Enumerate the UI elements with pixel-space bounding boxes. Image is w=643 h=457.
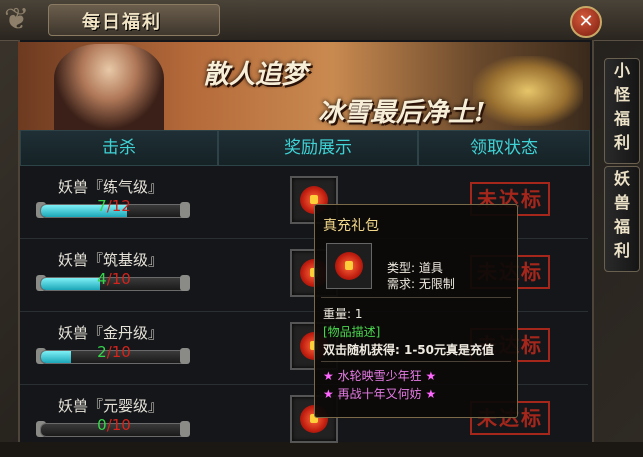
tooltip-desc: 双击随机获得: 1-50元真是充值 <box>323 343 495 357</box>
side-tab-char: 怪 <box>613 85 630 104</box>
progress-count: 7/12 <box>20 197 208 215</box>
side-tab-char: 利 <box>613 133 630 152</box>
window-title: 每日福利 <box>82 12 162 33</box>
title-bar: ❦ 每日福利 ✕ <box>0 0 643 41</box>
progress-total: /10 <box>106 270 131 288</box>
poem-text: 再战十年又何妨 <box>337 387 422 401</box>
side-tab-char: 妖 <box>613 169 630 188</box>
star-icon: ★ <box>425 369 437 383</box>
monster-name: 妖兽『练气级』 <box>58 178 164 196</box>
tooltip-require: 需求: 无限制 <box>387 277 455 291</box>
banner-slogan-line2: 冰雪最后净土! <box>318 98 486 128</box>
side-tab-minor-monster[interactable]: 小 怪 福 利 <box>604 58 640 164</box>
tooltip-weight: 重量: 1 <box>323 307 363 321</box>
tooltip-poem-line2: ★ 再战十年又何妨 ★ <box>323 385 436 402</box>
progress-current: 0 <box>97 416 107 434</box>
tooltip-poem-line1: ★ 水轮映雪少年狂 ★ <box>323 367 436 384</box>
tooltip-desc-tag: [物品描述] <box>323 325 381 339</box>
side-tab-char: 兽 <box>613 193 630 212</box>
star-icon: ★ <box>425 387 437 401</box>
progress-total: /10 <box>106 416 131 434</box>
close-button[interactable]: ✕ <box>570 6 602 38</box>
tooltip-divider <box>321 297 511 298</box>
banner-slogan-line1: 散人追梦 <box>203 60 308 90</box>
promo-banner: 散人追梦 冰雪最后净土! <box>18 42 590 130</box>
tooltip-title: 真充礼包 <box>323 218 379 234</box>
progress-count: 2/10 <box>20 343 208 361</box>
star-icon: ★ <box>323 369 334 383</box>
item-tooltip: 真充礼包 类型: 道具 需求: 无限制 重量: 1 [物品描述] 双击随机获得:… <box>314 204 518 418</box>
treasure-chest-icon <box>473 56 583 126</box>
monster-name: 妖兽『元婴级』 <box>58 397 164 415</box>
column-header-reward: 奖励展示 <box>218 130 418 166</box>
poem-text: 水轮映雪少年狂 <box>337 369 422 383</box>
progress-total: /10 <box>106 343 131 361</box>
column-header-kill: 击杀 <box>20 130 218 166</box>
star-icon: ★ <box>323 387 334 401</box>
progress-current: 4 <box>97 270 107 288</box>
progress-current: 2 <box>97 343 107 361</box>
progress-total: /12 <box>106 197 131 215</box>
side-tab-char: 福 <box>613 217 630 236</box>
red-envelope-icon <box>335 252 363 280</box>
side-tab-char: 利 <box>613 241 630 260</box>
character-portrait-icon <box>54 44 164 130</box>
tooltip-type: 类型: 道具 <box>387 261 443 275</box>
side-tab-char: 福 <box>613 109 630 128</box>
monster-name: 妖兽『金丹级』 <box>58 324 164 342</box>
tooltip-divider <box>321 361 511 362</box>
progress-current: 7 <box>97 197 107 215</box>
side-tab-char: 小 <box>613 61 630 80</box>
column-header-status: 领取状态 <box>418 130 590 166</box>
progress-count: 4/10 <box>20 270 208 288</box>
monster-name: 妖兽『筑基级』 <box>58 251 164 269</box>
tooltip-item-slot <box>326 243 372 289</box>
side-tab-beast[interactable]: 妖 兽 福 利 <box>604 166 640 272</box>
progress-count: 0/10 <box>20 416 208 434</box>
